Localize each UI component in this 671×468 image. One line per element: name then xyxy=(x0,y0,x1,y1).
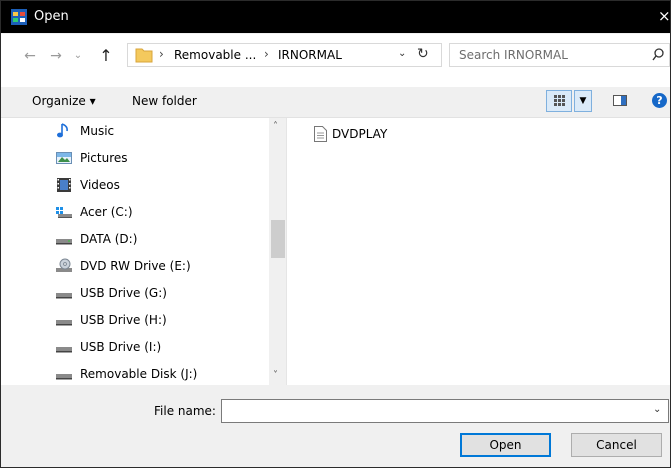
sidebar-item-label: USB Drive (G:) xyxy=(80,286,167,300)
usb-drive-icon xyxy=(56,320,72,326)
sidebar-item-acer-c[interactable]: Acer (C:) xyxy=(1,199,266,226)
title-bar[interactable]: Open × xyxy=(1,1,671,33)
back-arrow-icon[interactable]: ← xyxy=(21,47,39,65)
folder-icon xyxy=(135,48,153,63)
list-item[interactable]: DVDPLAY xyxy=(314,126,414,144)
sidebar-item-usb-i[interactable]: USB Drive (I:) xyxy=(1,334,266,361)
windows-drive-icon xyxy=(56,207,72,218)
breadcrumb-separator: › xyxy=(159,47,164,61)
organize-button[interactable]: Organize ▾ xyxy=(32,94,96,108)
address-row: ← → ⌄ ↑ › Removable ... › IRNORMAL ⌄ ↻ S… xyxy=(1,34,670,87)
sidebar-item-label: Music xyxy=(80,124,115,138)
refresh-icon[interactable]: ↻ xyxy=(417,46,429,62)
close-icon[interactable]: × xyxy=(658,7,671,25)
sidebar-item-music[interactable]: Music xyxy=(1,118,266,145)
view-grid-icon xyxy=(554,95,565,106)
scroll-down-icon[interactable]: ˅ xyxy=(273,370,278,381)
dvd-drive-icon xyxy=(56,258,72,272)
sidebar-item-label: DATA (D:) xyxy=(80,232,138,246)
open-button[interactable]: Open xyxy=(460,433,551,457)
file-name-input[interactable] xyxy=(221,399,669,423)
sidebar-item-label: DVD RW Drive (E:) xyxy=(80,259,191,273)
sidebar-item-label: USB Drive (H:) xyxy=(80,313,167,327)
preview-pane-icon[interactable] xyxy=(613,95,627,106)
sidebar-item-usb-g[interactable]: USB Drive (G:) xyxy=(1,280,266,307)
cancel-button[interactable]: Cancel xyxy=(571,433,662,457)
sidebar-item-data-d[interactable]: DATA (D:) xyxy=(1,226,266,253)
file-name-label: File name: xyxy=(154,404,216,418)
scrollbar-thumb[interactable] xyxy=(271,220,285,258)
file-name: DVDPLAY xyxy=(332,127,388,141)
dialog-footer: File name: ⌄ Open Cancel xyxy=(1,385,670,467)
navigation-scrollbar[interactable]: ˄ ˅ xyxy=(269,118,286,385)
pictures-icon xyxy=(56,152,72,164)
up-arrow-icon[interactable]: ↑ xyxy=(97,47,115,65)
sidebar-item-label: Acer (C:) xyxy=(80,205,133,219)
recent-locations-chevron-icon[interactable]: ⌄ xyxy=(69,47,87,65)
forward-arrow-icon[interactable]: → xyxy=(47,47,65,65)
scroll-up-icon[interactable]: ˄ xyxy=(273,121,278,132)
document-icon xyxy=(314,126,327,142)
breadcrumb-irnormal[interactable]: IRNORMAL xyxy=(278,48,342,62)
sidebar-item-usb-h[interactable]: USB Drive (H:) xyxy=(1,307,266,334)
new-folder-button[interactable]: New folder xyxy=(132,94,197,108)
sidebar-item-label: Videos xyxy=(80,178,120,192)
search-box[interactable]: Search IRNORMAL xyxy=(449,43,670,67)
sidebar-item-removable-j[interactable]: Removable Disk (J:) xyxy=(1,361,266,385)
sidebar-item-label: Pictures xyxy=(80,151,128,165)
music-icon xyxy=(57,123,68,138)
breadcrumb-separator: › xyxy=(264,47,269,61)
file-list: DVDPLAY xyxy=(287,118,670,385)
drive-icon xyxy=(56,239,72,245)
videos-icon xyxy=(57,178,71,192)
view-options-dropdown[interactable]: ▼ xyxy=(574,90,592,112)
sidebar-item-label: USB Drive (I:) xyxy=(80,340,162,354)
removable-disk-icon xyxy=(56,374,72,380)
search-placeholder: Search IRNORMAL xyxy=(459,48,568,62)
sidebar-item-dvd-e[interactable]: DVD RW Drive (E:) xyxy=(1,253,266,280)
open-file-dialog: Open × ← → ⌄ ↑ › Removable ... › IRNORMA… xyxy=(0,0,671,468)
window-title: Open xyxy=(34,9,69,24)
app-icon xyxy=(11,9,27,25)
file-name-dropdown-icon[interactable]: ⌄ xyxy=(653,404,661,415)
help-icon[interactable]: ? xyxy=(652,93,667,108)
change-view-button[interactable] xyxy=(546,90,572,112)
search-icon[interactable] xyxy=(652,48,664,62)
command-bar: Organize ▾ New folder ▼ ? xyxy=(1,87,670,118)
sidebar-item-videos[interactable]: Videos xyxy=(1,172,266,199)
breadcrumb-removable[interactable]: Removable ... xyxy=(174,48,256,62)
sidebar-item-pictures[interactable]: Pictures xyxy=(1,145,266,172)
usb-drive-icon xyxy=(56,293,72,299)
navigation-pane: Music Pictures Videos Acer (C:) DATA (D:… xyxy=(1,118,269,385)
address-dropdown-icon[interactable]: ⌄ xyxy=(398,48,406,59)
usb-drive-icon xyxy=(56,347,72,353)
address-bar[interactable]: › Removable ... › IRNORMAL ⌄ ↻ xyxy=(127,43,442,67)
sidebar-item-label: Removable Disk (J:) xyxy=(80,367,198,381)
